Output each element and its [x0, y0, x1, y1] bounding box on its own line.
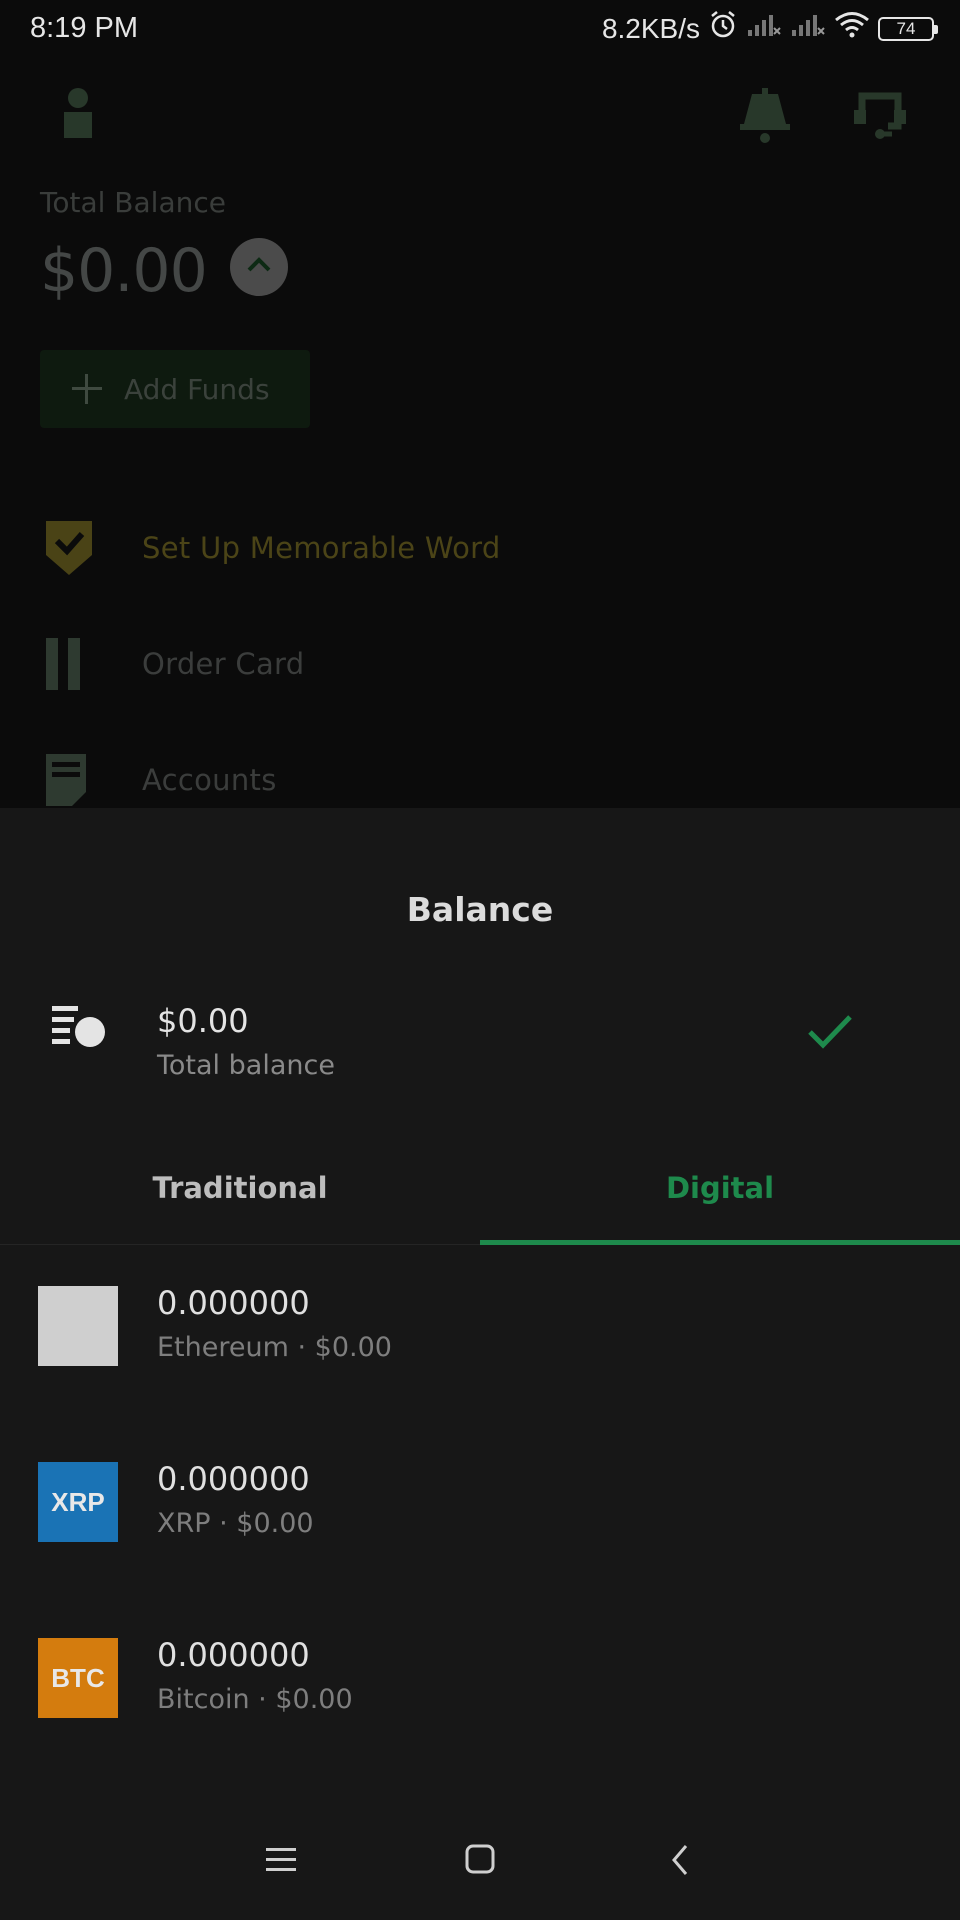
signal-1-icon: [746, 12, 782, 45]
total-balance-label: Total Balance: [40, 186, 226, 219]
back-icon[interactable]: [670, 1844, 690, 1880]
alarm-icon: [708, 10, 738, 47]
asset-amount: 0.000000: [157, 1636, 310, 1674]
bitcoin-logo-icon: BTC: [38, 1638, 118, 1718]
xrp-logo-icon: XRP: [38, 1462, 118, 1542]
chat-icon[interactable]: [852, 92, 908, 148]
balance-bottom-sheet: Balance $0.00 Total balance Traditional …: [0, 808, 960, 1920]
home-icon[interactable]: [465, 1844, 495, 1878]
profile-icon[interactable]: [60, 88, 96, 144]
ethereum-logo-icon: [38, 1286, 118, 1366]
add-funds-button[interactable]: Add Funds: [40, 350, 310, 428]
network-speed: 8.2KB/s: [601, 12, 700, 44]
menu-item-label: Accounts: [142, 763, 277, 797]
asset-tabs: Traditional Digital: [0, 1148, 960, 1245]
card-icon: [40, 638, 142, 690]
asset-amount: 0.000000: [157, 1284, 310, 1322]
menu-item-label: Set Up Memorable Word: [142, 531, 501, 565]
check-icon: [806, 1012, 854, 1056]
total-balance-caption: Total balance: [157, 1050, 335, 1081]
bell-icon[interactable]: [738, 88, 792, 148]
screen: 8:19 PM 8.2KB/s 74 Total Balance $0.00 A…: [0, 0, 960, 1920]
menu-item-memorable-word[interactable]: Set Up Memorable Word: [40, 508, 920, 588]
sheet-title: Balance: [406, 890, 554, 929]
background-page: Total Balance $0.00 Add Funds Set Up Mem…: [0, 58, 960, 808]
document-icon: [40, 754, 142, 806]
menu-item-label: Order Card: [142, 647, 305, 681]
asset-subtitle: Bitcoin · $0.00: [157, 1684, 353, 1715]
top-bar: [0, 58, 960, 168]
status-time: 8:19 PM: [30, 12, 138, 44]
navigation-bar: [0, 1800, 960, 1920]
status-bar: 8:19 PM 8.2KB/s 74: [0, 0, 960, 58]
shield-check-icon: [40, 521, 142, 575]
status-indicators: 8.2KB/s 74: [601, 10, 938, 47]
plus-icon: [72, 374, 102, 404]
signal-2-icon: [790, 12, 826, 45]
asset-row-bitcoin[interactable]: BTC 0.000000 Bitcoin · $0.00: [0, 1622, 960, 1742]
asset-subtitle: Ethereum · $0.00: [157, 1332, 392, 1363]
asset-row-ethereum[interactable]: 0.000000 Ethereum · $0.00: [0, 1270, 960, 1390]
asset-amount: 0.000000: [157, 1460, 310, 1498]
menu-icon[interactable]: [266, 1846, 296, 1878]
balance-stack-icon: [52, 1004, 108, 1052]
collapse-balance-button[interactable]: [230, 238, 288, 296]
wifi-icon: [834, 11, 870, 46]
tab-digital[interactable]: Digital: [480, 1148, 960, 1244]
add-funds-label: Add Funds: [124, 372, 270, 406]
total-balance-option[interactable]: $0.00 Total balance: [0, 986, 960, 1096]
battery-icon: 74: [878, 16, 938, 41]
total-balance-value: $0.00: [157, 1002, 249, 1040]
asset-row-xrp[interactable]: XRP 0.000000 XRP · $0.00: [0, 1446, 960, 1566]
menu-item-order-card[interactable]: Order Card: [40, 624, 920, 704]
tab-indicator: [480, 1240, 960, 1245]
chevron-up-icon: [246, 257, 272, 277]
total-balance-amount: $0.00: [40, 236, 208, 306]
asset-subtitle: XRP · $0.00: [157, 1508, 314, 1539]
tab-traditional[interactable]: Traditional: [0, 1148, 480, 1244]
